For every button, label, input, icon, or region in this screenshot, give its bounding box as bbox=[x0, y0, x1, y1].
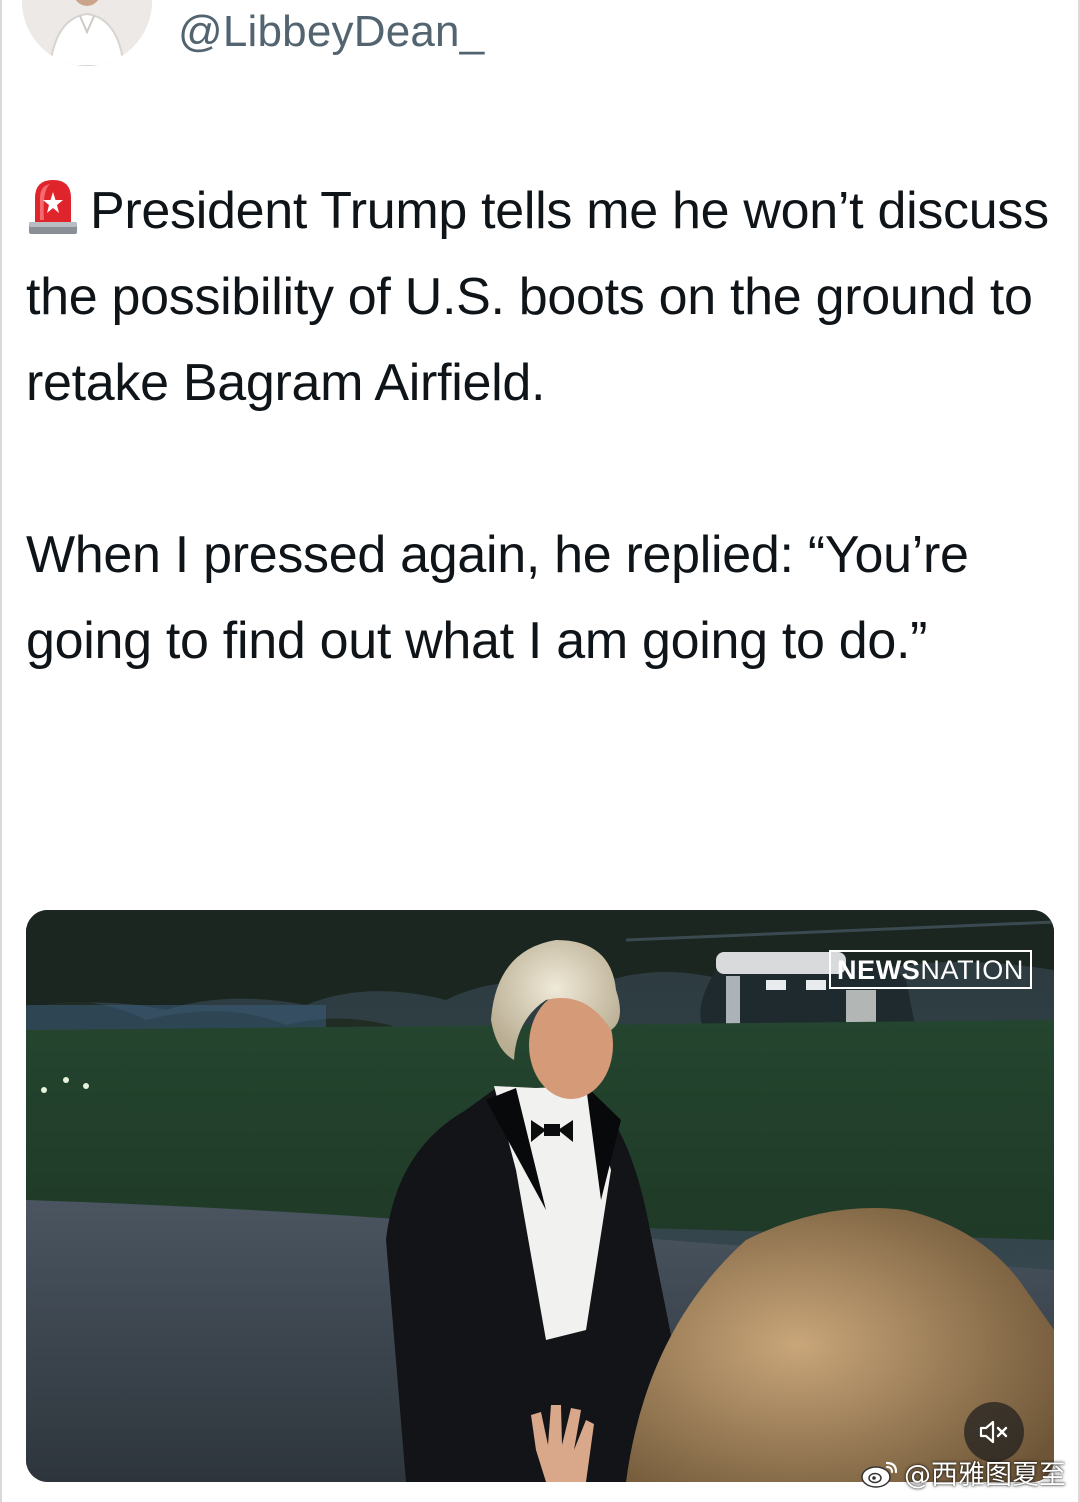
tweet-paragraph-2: When I pressed again, he replied: “You’r… bbox=[26, 526, 969, 670]
tweet-paragraph-1-text: President Trump tells me he won’t discus… bbox=[26, 182, 1049, 412]
author-handle[interactable]: @LibbeyDean_ bbox=[178, 7, 484, 57]
watermark: @西雅图夏至 bbox=[860, 1453, 1066, 1492]
watermark-text: @西雅图夏至 bbox=[904, 1460, 1066, 1491]
frame-border-left bbox=[0, 0, 2, 1502]
avatar-image bbox=[22, 0, 152, 66]
police-car-light-icon bbox=[29, 180, 77, 234]
tweet-body: President Trump tells me he won’t discus… bbox=[26, 168, 1056, 684]
speaker-muted-icon bbox=[979, 1420, 1008, 1444]
channel-logo-regular: NATION bbox=[920, 955, 1024, 985]
tweet-header: @LibbeyDean_ bbox=[22, 0, 484, 66]
weibo-icon bbox=[861, 1461, 898, 1488]
channel-logo: NEWSNATION bbox=[828, 950, 1032, 989]
tweet-paragraph-1: President Trump tells me he won’t discus… bbox=[26, 168, 1056, 426]
video-player[interactable]: NEWSNATION bbox=[26, 910, 1054, 1482]
video-frame bbox=[26, 910, 1054, 1482]
avatar[interactable] bbox=[22, 0, 152, 66]
channel-logo-bold: NEWS bbox=[836, 955, 921, 985]
